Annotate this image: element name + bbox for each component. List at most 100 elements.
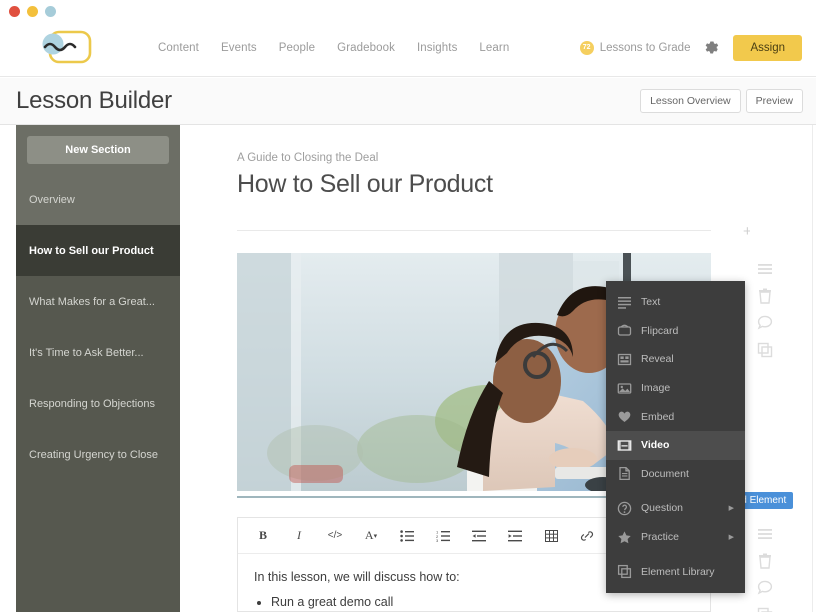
document-icon <box>619 467 630 481</box>
context-menu-label: Image <box>641 382 671 395</box>
image-icon <box>617 382 632 394</box>
add-block-plus-icon[interactable]: + <box>743 224 750 239</box>
section-sidebar: New Section Overview How to Sell our Pro… <box>16 125 180 612</box>
context-menu-item-question[interactable]: Question ▶ <box>606 494 745 523</box>
text-icon <box>618 296 631 309</box>
context-menu-item-document[interactable]: Document <box>606 460 745 489</box>
flipcard-icon <box>617 325 632 337</box>
canvas-right-border <box>812 125 813 612</box>
numbered-list-icon: 1 2 3 <box>436 530 450 542</box>
window-chrome <box>0 0 816 18</box>
gear-icon <box>706 41 719 54</box>
bold-button[interactable]: B <box>245 518 281 554</box>
context-menu-item-text[interactable]: Text <box>606 288 745 317</box>
context-menu-label: Reveal <box>641 353 674 366</box>
new-section-wrap: New Section <box>16 125 180 174</box>
context-menu-label: Practice <box>641 531 679 544</box>
context-menu-label: Flipcard <box>641 324 679 337</box>
numbered-list-button[interactable]: 1 2 3 <box>425 518 461 554</box>
menu-icon[interactable] <box>756 260 774 278</box>
top-navigation-bar: Content Events People Gradebook Insights… <box>0 18 816 77</box>
close-window-button[interactable] <box>9 6 20 17</box>
context-menu-item-video[interactable]: Video <box>606 430 745 460</box>
assign-button[interactable]: Assign <box>733 34 802 61</box>
link-icon <box>580 530 594 541</box>
context-menu-label: Video <box>641 439 670 452</box>
lessons-to-grade-label: Lessons to Grade <box>599 41 691 54</box>
context-menu-item-embed[interactable]: Embed <box>606 402 745 431</box>
practice-star-icon <box>618 530 631 543</box>
comment-icon[interactable] <box>756 314 774 332</box>
app-logo[interactable] <box>33 29 95 66</box>
submenu-arrow-icon: ▶ <box>728 534 734 542</box>
sidebar-item-what-makes-for-a-great[interactable]: What Makes for a Great... <box>16 276 180 327</box>
context-menu-item-practice[interactable]: Practice ▶ <box>606 523 745 552</box>
lesson-builder-window: Content Events People Gradebook Insights… <box>0 0 816 612</box>
context-menu-item-flipcard[interactable]: Flipcard <box>606 317 745 346</box>
minimize-window-button[interactable] <box>27 6 38 17</box>
maximize-window-button[interactable] <box>45 6 56 17</box>
context-menu-item-image[interactable]: Image <box>606 374 745 403</box>
code-button[interactable]: </> <box>317 518 353 554</box>
page-header: Lesson Builder Lesson Overview Preview <box>0 78 816 125</box>
sidebar-item-how-to-sell-our-product[interactable]: How to Sell our Product <box>16 225 180 276</box>
trash-icon[interactable] <box>756 552 774 570</box>
preview-button[interactable]: Preview <box>745 89 803 113</box>
settings-button[interactable] <box>703 39 720 56</box>
video-icon <box>617 440 632 451</box>
sidebar-item-its-time-to-ask-better[interactable]: It's Time to Ask Better... <box>16 327 180 378</box>
context-menu-label: Embed <box>641 410 675 423</box>
block-divider-top <box>237 230 711 231</box>
lessons-to-grade-link[interactable]: 72 Lessons to Grade <box>579 40 691 55</box>
outdent-icon <box>472 530 486 541</box>
trash-icon[interactable] <box>756 287 774 305</box>
squiggle-logo-icon <box>42 30 92 64</box>
nav-right-actions: 72 Lessons to Grade Assign <box>579 18 802 77</box>
nav-item-people[interactable]: People <box>279 42 315 54</box>
add-element-context-menu: Text Flipcard Reveal Image Embed Video D… <box>606 281 745 593</box>
context-menu-label: Document <box>641 467 689 480</box>
link-button[interactable] <box>569 518 605 554</box>
sidebar-item-responding-to-objections[interactable]: Responding to Objections <box>16 378 180 429</box>
lesson-overview-button[interactable]: Lesson Overview <box>640 89 741 113</box>
context-menu-label: Question <box>641 502 684 515</box>
table-button[interactable] <box>533 518 569 554</box>
nav-item-gradebook[interactable]: Gradebook <box>337 42 395 54</box>
nav-item-learn[interactable]: Learn <box>479 42 509 54</box>
svg-text:3: 3 <box>436 538 439 542</box>
nav-item-events[interactable]: Events <box>221 42 257 54</box>
question-icon <box>617 501 632 516</box>
reveal-icon <box>617 353 632 366</box>
lesson-title: How to Sell our Product <box>237 170 493 198</box>
menu-icon[interactable] <box>756 525 774 543</box>
context-menu-item-reveal[interactable]: Reveal <box>606 345 745 374</box>
bulleted-list-icon <box>400 529 414 542</box>
bulleted-list-button[interactable] <box>389 518 425 554</box>
table-icon <box>544 529 558 542</box>
block-action-rail <box>752 125 816 612</box>
indent-icon <box>508 530 522 541</box>
nav-item-insights[interactable]: Insights <box>417 42 457 54</box>
editor-bullet-list: Run a great demo call <box>271 593 694 612</box>
italic-button[interactable]: I <box>281 518 317 554</box>
text-color-button[interactable]: A ▾ <box>353 518 389 554</box>
embed-icon <box>618 411 631 423</box>
sidebar-item-overview[interactable]: Overview <box>16 174 180 225</box>
outdent-button[interactable] <box>461 518 497 554</box>
editor-bullet-item: Run a great demo call <box>271 593 694 612</box>
sidebar-item-creating-urgency-to-close[interactable]: Creating Urgency to Close <box>16 429 180 480</box>
element-library-icon <box>617 565 632 579</box>
comment-icon[interactable] <box>756 579 774 597</box>
duplicate-icon[interactable] <box>756 606 774 612</box>
duplicate-icon[interactable] <box>756 341 774 359</box>
block-actions-group-1 <box>756 260 774 359</box>
context-menu-item-element-library[interactable]: Element Library <box>606 557 745 586</box>
main-nav-links: Content Events People Gradebook Insights… <box>158 18 509 77</box>
nav-item-content[interactable]: Content <box>158 42 199 54</box>
indent-button[interactable] <box>497 518 533 554</box>
context-menu-label: Text <box>641 296 661 309</box>
page-header-actions: Lesson Overview Preview <box>640 89 803 113</box>
new-section-button[interactable]: New Section <box>27 136 169 164</box>
submenu-arrow-icon: ▶ <box>728 505 734 513</box>
page-title: Lesson Builder <box>16 87 172 114</box>
